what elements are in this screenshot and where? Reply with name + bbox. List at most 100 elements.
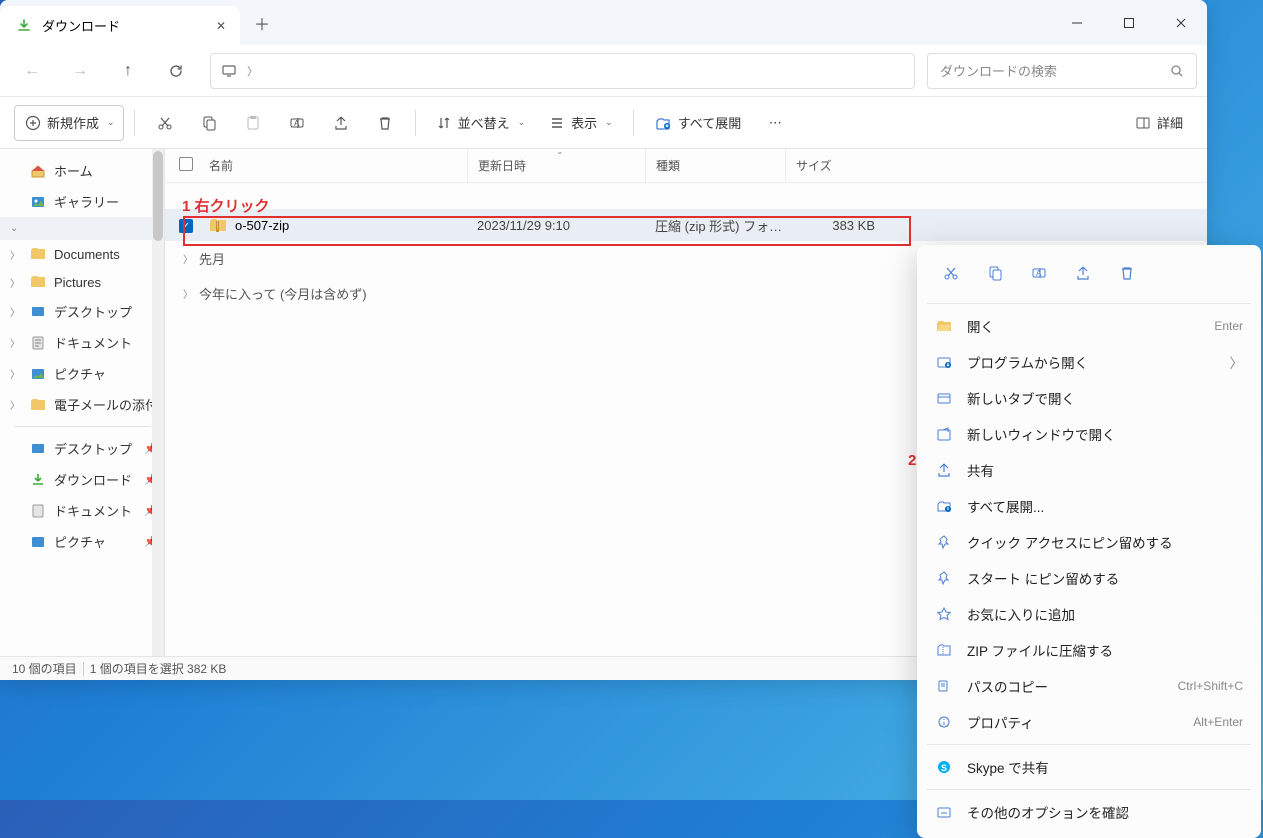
ctx-skype[interactable]: SSkype で共有 — [917, 749, 1261, 785]
column-date[interactable]: 更新日時⌄ — [467, 149, 645, 182]
sidebar-quick-pic[interactable]: ピクチャ📌 — [0, 526, 164, 557]
share-button[interactable] — [321, 105, 361, 141]
ctx-compress[interactable]: ZIP ファイルに圧縮する — [917, 632, 1261, 668]
column-size[interactable]: サイズ — [785, 149, 875, 182]
ctx-new-tab[interactable]: 新しいタブで開く — [917, 380, 1261, 416]
sidebar-quick-doc[interactable]: ドキュメント📌 — [0, 495, 164, 526]
sort-button[interactable]: 並べ替え ⌄ — [426, 105, 536, 141]
tab-downloads[interactable]: ダウンロード ✕ — [0, 6, 240, 45]
pin-icon — [935, 533, 953, 551]
skype-icon: S — [935, 758, 953, 776]
file-row[interactable]: ✓ o-507-zip 2023/11/29 9:10 圧縮 (zip 形式) … — [165, 209, 1207, 241]
close-window-button[interactable] — [1155, 0, 1207, 45]
address-bar[interactable]: 〉 — [210, 53, 915, 89]
cut-button[interactable] — [145, 105, 185, 141]
refresh-button[interactable] — [154, 51, 198, 91]
sort-icon — [436, 115, 452, 131]
back-button[interactable]: ← — [10, 51, 54, 91]
sidebar-quick-download[interactable]: ダウンロード📌 — [0, 464, 164, 495]
sidebar-item-pictures[interactable]: 〉Pictures — [0, 268, 164, 296]
chevron-right-icon[interactable]: 〉 — [10, 247, 20, 262]
column-headers: 名前 更新日時⌄ 種類 サイズ — [165, 149, 1207, 183]
more-icon — [935, 803, 953, 821]
column-name[interactable]: 名前 — [209, 157, 467, 174]
ctx-rename-button[interactable]: A — [1021, 257, 1057, 289]
sort-indicator-icon: ⌄ — [557, 149, 564, 156]
sidebar-item-documents[interactable]: 〉Documents — [0, 240, 164, 268]
chevron-right-icon: 〉 — [183, 251, 193, 266]
sidebar-item-gallery[interactable]: ギャラリー — [0, 186, 164, 217]
ctx-more-options[interactable]: その他のオプションを確認 — [917, 794, 1261, 830]
sidebar-item-doc-jp[interactable]: 〉ドキュメント — [0, 327, 164, 358]
new-window-icon — [935, 425, 953, 443]
paste-button[interactable] — [233, 105, 273, 141]
separator — [927, 789, 1251, 790]
annotation-1: 1 右クリック — [182, 195, 270, 216]
ctx-copy-path[interactable]: パスのコピーCtrl+Shift+C — [917, 668, 1261, 704]
file-type: 圧縮 (zip 形式) フォル... — [645, 216, 785, 235]
ctx-delete-button[interactable] — [1109, 257, 1145, 289]
sidebar-item-mail[interactable]: 〉電子メールの添付 — [0, 389, 164, 420]
extract-all-button[interactable]: すべて展開 — [644, 105, 752, 141]
maximize-button[interactable] — [1103, 0, 1155, 45]
new-button[interactable]: 新規作成 ⌄ — [14, 105, 124, 141]
sidebar-item-desktop[interactable]: 〉デスクトップ — [0, 296, 164, 327]
chevron-right-icon[interactable]: 〉 — [247, 63, 258, 79]
chevron-right-icon[interactable]: 〉 — [10, 366, 20, 381]
separator — [927, 303, 1251, 304]
chevron-right-icon[interactable]: 〉 — [10, 397, 20, 412]
details-pane-button[interactable]: 詳細 — [1125, 105, 1193, 141]
minimize-button[interactable] — [1051, 0, 1103, 45]
document-icon — [30, 335, 46, 351]
gallery-icon — [30, 366, 46, 382]
forward-button[interactable]: → — [58, 51, 102, 91]
chevron-right-icon[interactable]: 〉 — [10, 304, 20, 319]
folder-icon — [30, 274, 46, 290]
scrollbar-thumb[interactable] — [153, 151, 163, 241]
status-selected: 1 個の項目を選択 382 KB — [90, 660, 227, 677]
delete-button[interactable] — [365, 105, 405, 141]
ctx-open[interactable]: 開くEnter — [917, 308, 1261, 344]
ctx-pin-quick[interactable]: クイック アクセスにピン留めする — [917, 524, 1261, 560]
chevron-right-icon: 〉 — [1230, 352, 1244, 372]
chevron-right-icon[interactable]: 〉 — [10, 275, 20, 290]
sidebar-item-current[interactable]: ⌄ — [0, 217, 164, 240]
ctx-extract-all[interactable]: すべて展開... — [917, 488, 1261, 524]
divider — [134, 110, 135, 136]
new-tab-button[interactable]: ＋ — [240, 0, 284, 45]
navbar: ← → ↑ 〉 ダウンロードの検索 — [0, 45, 1207, 97]
select-all-checkbox[interactable] — [179, 157, 193, 171]
desktop-icon — [30, 441, 46, 457]
ctx-share[interactable]: 共有 — [917, 452, 1261, 488]
column-type[interactable]: 種類 — [645, 149, 785, 182]
new-tab-icon — [935, 389, 953, 407]
ctx-properties[interactable]: プロパティAlt+Enter — [917, 704, 1261, 740]
up-button[interactable]: ↑ — [106, 51, 150, 91]
chevron-down-icon[interactable]: ⌄ — [10, 223, 18, 234]
rename-button[interactable]: A — [277, 105, 317, 141]
divider — [633, 110, 634, 136]
sidebar-scrollbar[interactable] — [152, 149, 164, 656]
ctx-favorite[interactable]: お気に入りに追加 — [917, 596, 1261, 632]
copy-path-icon — [935, 677, 953, 695]
ctx-copy-button[interactable] — [977, 257, 1013, 289]
chevron-down-icon: ⌄ — [107, 117, 115, 128]
close-tab-icon[interactable]: ✕ — [216, 19, 226, 33]
view-button[interactable]: 表示 ⌄ — [539, 105, 623, 141]
ctx-cut-button[interactable] — [933, 257, 969, 289]
ctx-share-button[interactable] — [1065, 257, 1101, 289]
ctx-open-with[interactable]: プログラムから開く〉 — [917, 344, 1261, 380]
sidebar-item-home[interactable]: ホーム — [0, 155, 164, 186]
ctx-pin-start[interactable]: スタート にピン留めする — [917, 560, 1261, 596]
search-box[interactable]: ダウンロードの検索 — [927, 53, 1197, 89]
sidebar-item-pic-jp[interactable]: 〉ピクチャ — [0, 358, 164, 389]
download-icon — [16, 18, 32, 34]
row-checkbox[interactable]: ✓ — [179, 219, 193, 233]
copy-button[interactable] — [189, 105, 229, 141]
ctx-new-window[interactable]: 新しいウィンドウで開く — [917, 416, 1261, 452]
more-button[interactable]: ⋯ — [755, 105, 795, 141]
sidebar-quick-desktop[interactable]: デスクトップ📌 — [0, 433, 164, 464]
chevron-right-icon[interactable]: 〉 — [10, 335, 20, 350]
gallery-icon — [30, 534, 46, 550]
zip-folder-icon — [209, 216, 227, 234]
